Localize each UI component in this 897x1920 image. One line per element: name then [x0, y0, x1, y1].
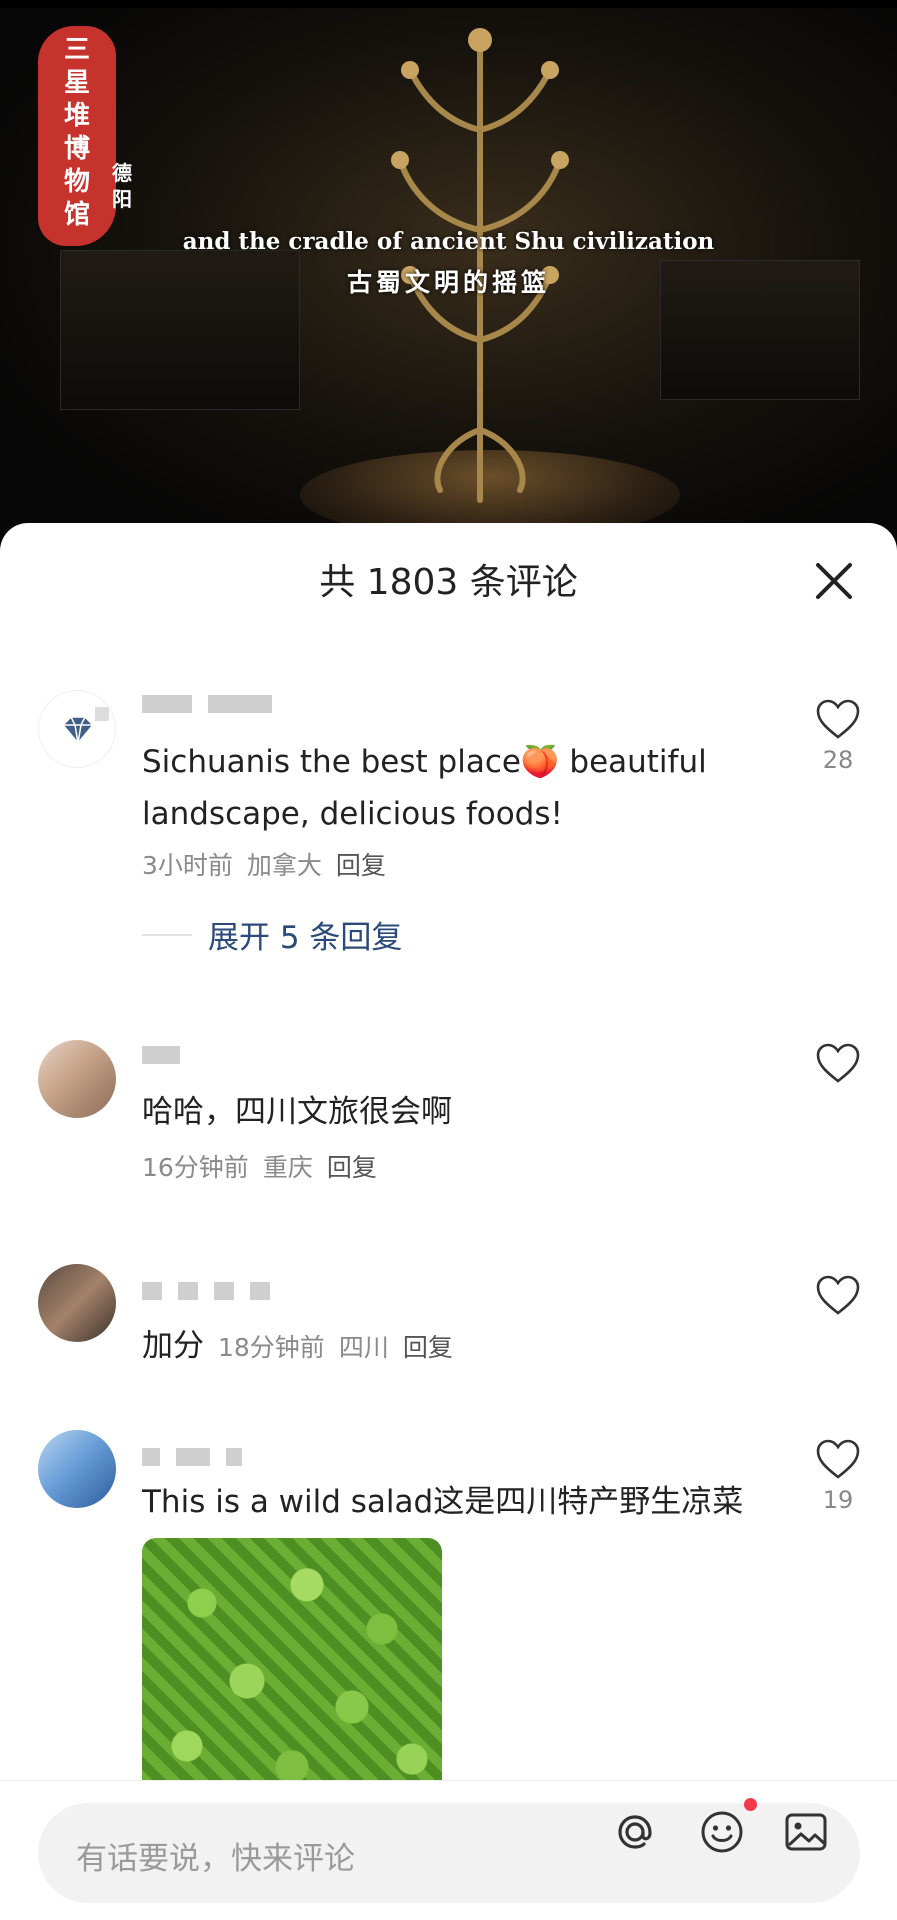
museum-logo: 三 星 堆 博 物 馆 — [38, 26, 116, 246]
like-count: 19 — [822, 1486, 854, 1514]
logo-char: 三 — [63, 35, 90, 65]
comment-time: 18分钟前 — [218, 1333, 325, 1362]
image-button[interactable] — [781, 1807, 831, 1857]
bronze-tree-image — [391, 28, 569, 503]
status-strip — [0, 0, 897, 8]
like-button[interactable]: 28 — [812, 698, 864, 774]
heart-icon — [816, 1439, 860, 1479]
comment-count-title: 共 1803 条评论 — [319, 562, 578, 603]
comment-time: 3小时前 — [142, 851, 233, 880]
comment-text: 加分 — [142, 1328, 204, 1364]
username-blurred[interactable] — [142, 1448, 242, 1466]
reply-button[interactable]: 回复 — [336, 846, 386, 882]
video-player[interactable]: 三 星 堆 博 物 馆 德阳 and the cradle of ancient… — [0, 0, 897, 540]
avatar[interactable] — [38, 1430, 116, 1508]
comment-text: This is a wild salad这是四川特产野生凉菜 — [142, 1484, 744, 1520]
input-placeholder: 有话要说，快来评论 — [76, 1841, 355, 1877]
avatar[interactable] — [38, 690, 116, 768]
notification-dot — [744, 1798, 757, 1811]
at-icon — [618, 1815, 652, 1849]
mention-button[interactable] — [610, 1807, 660, 1857]
logo-char: 物 — [63, 167, 90, 197]
like-button[interactable] — [812, 1042, 864, 1084]
expand-replies-label: 展开 5 条回复 — [208, 920, 403, 956]
logo-char: 堆 — [63, 101, 90, 131]
comment-location: 重庆 — [262, 1153, 313, 1182]
comments-sheet: 共 1803 条评论 — [0, 523, 897, 1920]
reply-button[interactable]: 回复 — [403, 1328, 453, 1364]
close-button[interactable] — [806, 553, 862, 609]
logo-char: 星 — [63, 68, 90, 98]
avatar[interactable] — [38, 1040, 116, 1118]
heart-icon — [816, 1275, 860, 1315]
subtitle-english: and the cradle of ancient Shu civilizati… — [182, 228, 715, 255]
close-icon — [816, 563, 852, 599]
diamond-icon — [61, 707, 109, 745]
subtitle-chinese: 古蜀文明的摇篮 — [346, 268, 550, 297]
comment-time: 16分钟前 — [142, 1153, 249, 1182]
heart-icon — [816, 699, 860, 739]
comment-meta: 3小时前 加拿大 回复 — [142, 846, 386, 882]
logo-char: 博 — [63, 134, 90, 164]
comment-text: Sichuanis the best place🍑 beautiful land… — [142, 744, 707, 832]
username-blurred[interactable] — [142, 695, 272, 713]
reply-button[interactable]: 回复 — [327, 1148, 377, 1184]
like-count: 28 — [822, 746, 854, 774]
avatar[interactable] — [38, 1264, 116, 1342]
comment-location: 四川 — [338, 1333, 389, 1362]
comment-text: 哈哈，四川文旅很会啊 — [142, 1094, 452, 1130]
comment-input-bar: 有话要说，快来评论 — [0, 1780, 897, 1920]
comment-meta: 加分 18分钟前 四川 回复 — [142, 1320, 453, 1365]
comment-meta: 16分钟前 重庆 回复 — [142, 1148, 377, 1184]
username-blurred[interactable] — [142, 1046, 180, 1064]
emoji-icon — [701, 1811, 743, 1853]
emoji-button[interactable] — [697, 1807, 747, 1857]
heart-icon — [816, 1043, 860, 1083]
image-icon — [785, 1813, 827, 1851]
comment-attached-image[interactable] — [142, 1538, 442, 1798]
divider-line — [142, 933, 192, 936]
username-blurred[interactable] — [142, 1282, 270, 1300]
like-button[interactable] — [812, 1274, 864, 1316]
comment-location: 加拿大 — [246, 851, 322, 880]
like-button[interactable]: 19 — [812, 1438, 864, 1514]
logo-subtext: 德阳 — [112, 161, 132, 211]
expand-replies-button[interactable]: 展开 5 条回复 — [142, 912, 402, 957]
sheet-header: 共 1803 条评论 — [0, 523, 897, 633]
